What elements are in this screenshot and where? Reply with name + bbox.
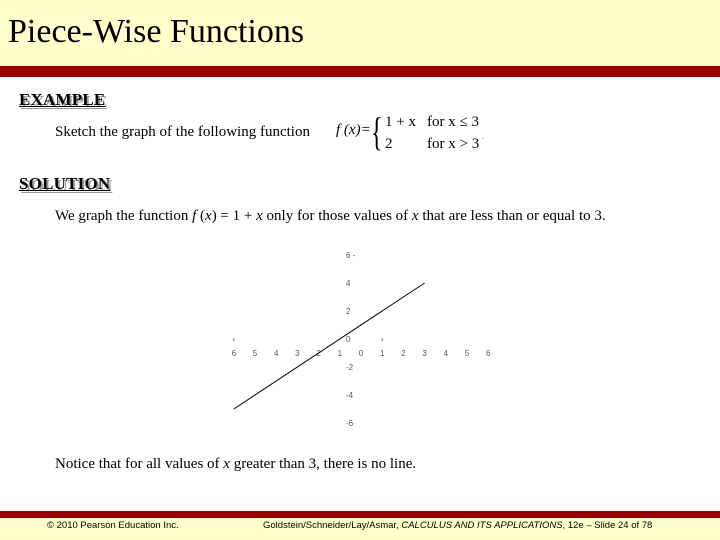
solution-text-x: x (256, 208, 263, 224)
solution-text-part: that are less than or equal to 3. (418, 208, 606, 224)
y-tick-labels: 6 - 4 2 0 -2 -4 -6 (346, 251, 356, 428)
solution-text-part: only for those values of (262, 208, 412, 224)
notice-text-x: x (223, 456, 230, 472)
top-accent-bar (0, 66, 720, 77)
example-heading: EXAMPLE (19, 90, 106, 109)
case1-cond: for x ≤ 3 (427, 114, 479, 130)
notice-text-part: greater than 3, there is no line. (229, 456, 417, 472)
x-tick-label: 4 (444, 349, 449, 358)
y-tick-label: 2 (346, 307, 351, 316)
series-line (233, 282, 425, 410)
x-tick-label: 2 (401, 349, 406, 358)
formula-brace: { (371, 109, 383, 154)
example-prompt: Sketch the graph of the following functi… (55, 124, 310, 140)
x-tick-label: 3 (422, 349, 427, 358)
solution-text-part: ( (196, 208, 206, 224)
x-tick-label: 1 (338, 349, 343, 358)
x-tick-label: 6 (486, 349, 491, 358)
y-tick-label: 6 - (346, 251, 356, 260)
axis-marks (233, 338, 383, 341)
solution-heading: SOLUTION (19, 174, 111, 193)
series-lines (233, 282, 425, 410)
solution-text: We graph the function f (x) = 1 + x only… (55, 208, 606, 225)
y-tick-label: -6 (346, 419, 354, 428)
x-tick-label: 2 (316, 349, 321, 358)
solution-text-part: ) = 1 + (211, 208, 257, 224)
x-tick-labels: 6 5 4 3 2 1 0 1 2 3 4 5 6 (232, 349, 491, 358)
notice-text-part: Notice that for all values of (55, 456, 224, 472)
solution-text-x: x (205, 208, 212, 224)
footer-copyright: © 2010 Pearson Education Inc. (47, 520, 179, 531)
solution-text-part: We graph the function (55, 208, 193, 224)
footer-citation-rest: , 12e – Slide 24 of 78 (562, 520, 653, 531)
y-tick-label: -4 (346, 391, 354, 400)
x-tick-label: 4 (274, 349, 279, 358)
case1-expr: 1 + x (385, 114, 416, 130)
case2-expr: 2 (385, 136, 393, 152)
x-tick-label: 5 (253, 349, 258, 358)
formula-trailing: . (482, 132, 484, 141)
notice-text: Notice that for all values of x greater … (55, 456, 416, 473)
case2-cond: for x > 3 (427, 136, 480, 152)
x-tick-label: 1 (380, 349, 385, 358)
slide-title: Piece-Wise Functions (8, 13, 305, 50)
piecewise-formula: f (x)= { 1 + x for x ≤ 3 2 for x > 3 . (336, 110, 496, 156)
solution-text-x: x (411, 208, 419, 224)
y-tick-label: 4 (346, 279, 351, 288)
footer-citation-authors: Goldstein/Schneider/Lay/Asmar, (263, 520, 402, 531)
x-tick-label: 3 (295, 349, 300, 358)
footer-citation: Goldstein/Schneider/Lay/Asmar, CALCULUS … (263, 520, 652, 531)
formula-lhs: f (x)= (336, 122, 371, 138)
bottom-accent-bar (0, 511, 720, 518)
y-tick-label: -2 (346, 363, 354, 372)
x-tick-label: 0 (359, 349, 364, 358)
y-tick-label: 0 (346, 335, 351, 344)
x-tick-label: 5 (465, 349, 470, 358)
x-tick-label: 6 (232, 349, 237, 358)
footer-citation-book: CALCULUS AND ITS APPLICATIONS (401, 520, 563, 531)
